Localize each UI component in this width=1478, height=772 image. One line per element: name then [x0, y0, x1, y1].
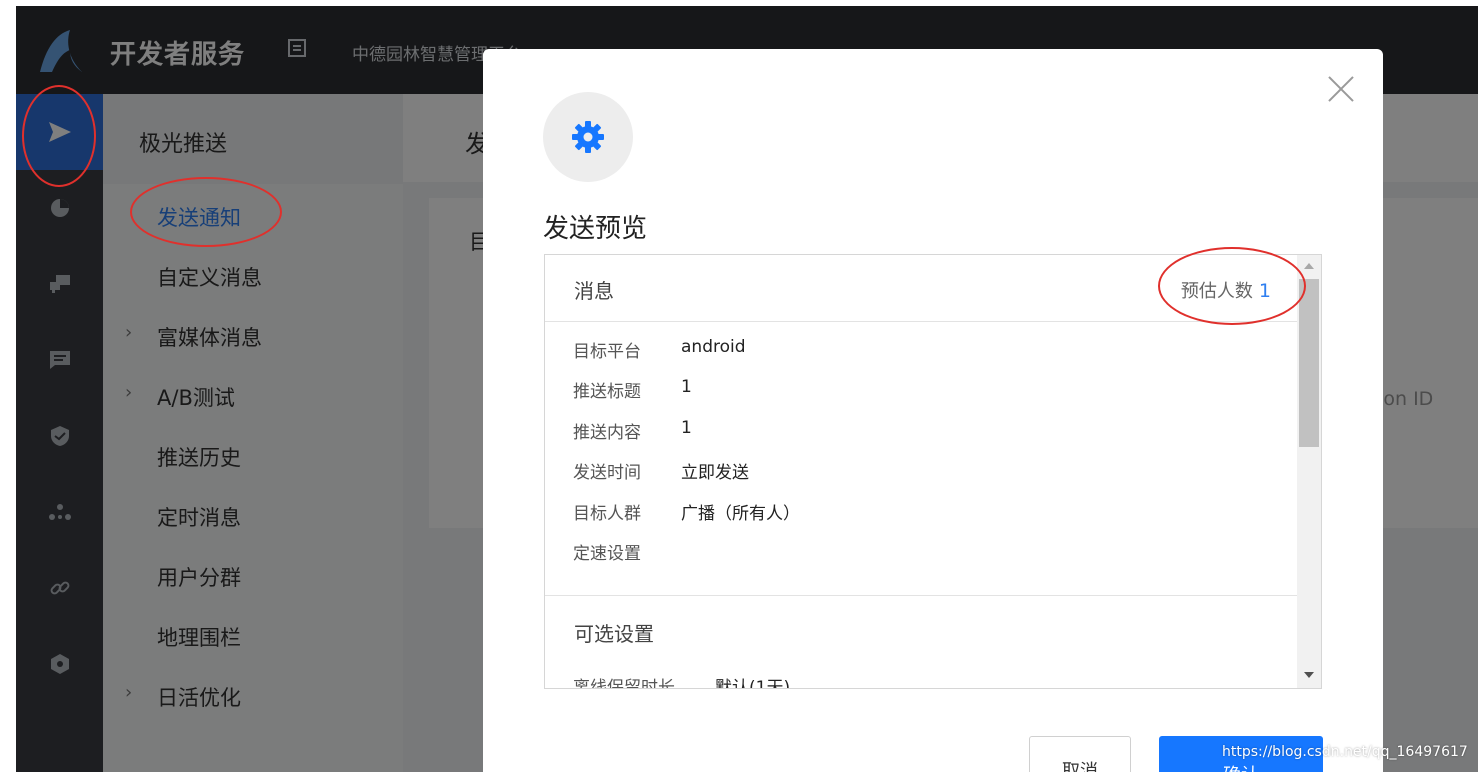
row-key: 推送标题: [573, 382, 641, 402]
cancel-button[interactable]: 取消: [1029, 736, 1131, 772]
row-value: 广播（所有人）: [681, 504, 800, 524]
close-icon[interactable]: [1321, 69, 1361, 109]
optional-section-title: 可选设置: [574, 622, 654, 646]
preview-row-offline-ttl: 离线保留时长 默认(1天): [573, 673, 791, 689]
row-key: 推送内容: [573, 423, 641, 443]
preview-panel: 消息 预估人数 1 目标平台 android 推送标题 1 推送内容 1 发送时间…: [544, 254, 1322, 689]
app-frame: 开发者服务 中德园林智慧管理平台 ▾ 极光推送: [16, 6, 1478, 772]
dialog-avatar: [543, 92, 633, 182]
row-value: 默认(1天): [715, 678, 791, 689]
watermark: https://blog.csdn.net/qq_16497617: [1222, 744, 1468, 760]
send-preview-dialog: 发送预览 消息 预估人数 1 目标平台 android 推送标题 1 推送内容 1: [483, 49, 1383, 772]
dialog-title: 发送预览: [543, 214, 648, 244]
estimated-audience-label: 预估人数: [1180, 281, 1253, 302]
row-key: 目标人群: [573, 504, 641, 524]
message-section-title: 消息: [574, 279, 614, 303]
row-value: 立即发送: [681, 463, 749, 483]
row-key: 目标平台: [573, 342, 641, 362]
row-key: 定速设置: [573, 544, 641, 564]
scrollbar-thumb[interactable]: [1299, 279, 1319, 447]
section-divider: [545, 595, 1297, 596]
row-value: 1: [681, 377, 692, 397]
row-key: 发送时间: [573, 463, 641, 483]
gear-icon: [572, 121, 604, 153]
preview-header: 消息 预估人数 1: [545, 255, 1297, 322]
scroll-down-icon[interactable]: [1304, 672, 1314, 678]
row-value: android: [681, 337, 746, 357]
row-value: 1: [681, 418, 692, 438]
estimated-audience: 预估人数 1: [1181, 277, 1271, 303]
row-key: 离线保留时长: [573, 678, 675, 689]
scroll-up-icon[interactable]: [1304, 263, 1314, 269]
estimated-audience-count: 1: [1258, 280, 1271, 302]
preview-scrollbar[interactable]: [1297, 255, 1321, 688]
